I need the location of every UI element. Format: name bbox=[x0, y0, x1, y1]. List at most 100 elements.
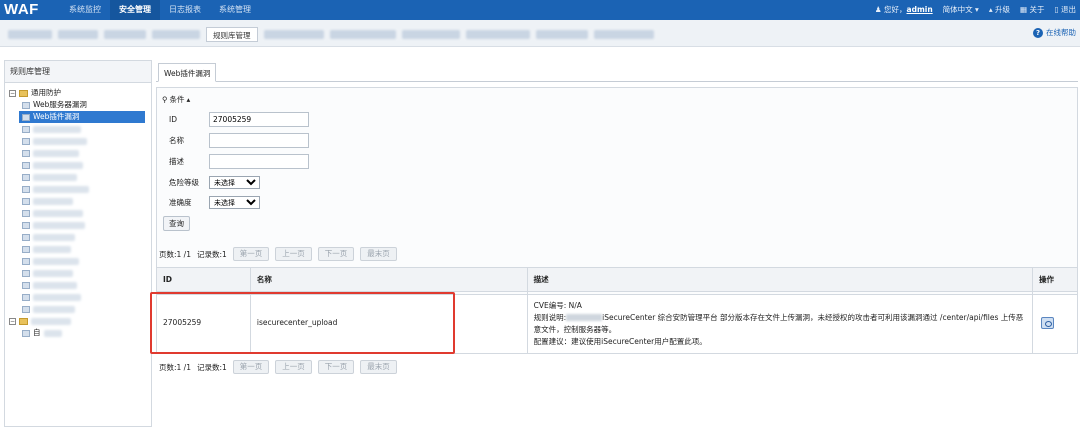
about-link[interactable]: ▦ 关于 bbox=[1020, 0, 1044, 20]
filter-panel: ⚲ 条件 ▴ ID 名称 描述 危险等级 未选择 准确度 未选择 查询 bbox=[156, 87, 1078, 295]
about-icon: ▦ bbox=[1019, 5, 1028, 14]
first-page-button[interactable]: 第一页 bbox=[232, 247, 270, 261]
nav-system-management[interactable]: 系统管理 bbox=[210, 0, 260, 20]
sub-tab-redacted[interactable] bbox=[263, 29, 324, 39]
tree-node-redacted[interactable] bbox=[22, 147, 151, 159]
tree-node-web-plugin[interactable]: Web插件漏洞 bbox=[19, 111, 145, 123]
col-header-id[interactable]: ID bbox=[156, 267, 251, 292]
sub-tab-redacted[interactable] bbox=[329, 29, 396, 39]
user-icon: ♟ bbox=[874, 5, 882, 14]
tree-node-redacted[interactable] bbox=[22, 135, 151, 147]
rule-set-icon bbox=[22, 113, 30, 121]
tree-node-redacted[interactable] bbox=[22, 207, 151, 219]
tree-node-redacted[interactable] bbox=[22, 195, 151, 207]
tree-node-redacted[interactable] bbox=[22, 183, 151, 195]
desc-input[interactable] bbox=[209, 154, 309, 169]
tree-node-redacted[interactable] bbox=[22, 159, 151, 171]
tree-node-redacted[interactable] bbox=[22, 279, 151, 291]
risk-level-select[interactable]: 未选择 bbox=[209, 176, 260, 189]
next-page-button[interactable]: 下一页 bbox=[317, 247, 355, 261]
tab-web-plugin[interactable]: Web插件漏洞 bbox=[158, 63, 217, 82]
username-link[interactable]: admin bbox=[907, 5, 933, 14]
sub-tab-redacted[interactable] bbox=[535, 29, 588, 39]
col-header-action: 操作 bbox=[1032, 267, 1078, 292]
tree-node-redacted[interactable] bbox=[22, 231, 151, 243]
sub-tab-redacted[interactable] bbox=[401, 29, 460, 39]
next-page-button[interactable]: 下一页 bbox=[317, 360, 355, 374]
collapse-icon[interactable]: − bbox=[9, 89, 16, 97]
logout-link[interactable]: ▯ 退出 bbox=[1054, 0, 1076, 20]
sub-tab-redacted[interactable] bbox=[465, 29, 530, 39]
accuracy-select[interactable]: 未选择 bbox=[209, 196, 260, 209]
tree-node-redacted[interactable] bbox=[22, 243, 151, 255]
last-page-button[interactable]: 最末页 bbox=[360, 247, 397, 261]
rule-set-icon bbox=[22, 305, 30, 313]
sub-tab-rule-library[interactable]: 规则库管理 bbox=[206, 26, 258, 42]
sub-tab-redacted[interactable] bbox=[593, 29, 654, 39]
rule-set-icon bbox=[22, 101, 30, 109]
tree-node-redacted[interactable] bbox=[22, 123, 151, 135]
rule-set-icon bbox=[22, 197, 30, 205]
tree-node-redacted[interactable] bbox=[22, 267, 151, 279]
sub-tab-redacted[interactable] bbox=[58, 29, 98, 39]
rule-set-icon bbox=[22, 281, 30, 289]
tree-node-general-protection[interactable]: − 通用防护 bbox=[9, 87, 151, 99]
record-count: 记录数:1 bbox=[196, 362, 227, 372]
filter-toggle[interactable]: ⚲ 条件 ▴ bbox=[162, 94, 190, 105]
col-header-name[interactable]: 名称 bbox=[249, 267, 528, 292]
search-icon: ⚲ bbox=[162, 95, 168, 104]
tree-node-redacted[interactable] bbox=[22, 171, 151, 183]
tree-node-custom[interactable]: 自 bbox=[22, 327, 151, 339]
id-input[interactable] bbox=[209, 112, 309, 127]
rules-table: ID 名称 描述 操作 27005259 isecurecenter_uploa… bbox=[156, 267, 1078, 354]
top-bar: WAF 系统监控 安全管理 日志报表 系统管理 ♟ 您好，admin 简体中文 … bbox=[0, 0, 1080, 20]
rule-set-icon bbox=[22, 221, 30, 229]
prev-page-button[interactable]: 上一页 bbox=[275, 247, 312, 261]
rule-tree: − 通用防护 Web服务器漏洞 Web插件漏洞 − 自 bbox=[5, 83, 151, 339]
query-button[interactable]: 查询 bbox=[163, 216, 190, 231]
last-page-button[interactable]: 最末页 bbox=[360, 360, 397, 374]
rule-set-icon bbox=[22, 245, 30, 253]
logout-icon: ▯ bbox=[1054, 5, 1059, 14]
cell-action bbox=[1032, 291, 1078, 354]
table-row[interactable]: 27005259 isecurecenter_upload CVE编号: N/A… bbox=[156, 291, 1078, 354]
rule-set-icon bbox=[22, 161, 30, 169]
nav-log-report[interactable]: 日志报表 bbox=[160, 0, 210, 20]
upgrade-link[interactable]: ▴ 升级 bbox=[989, 0, 1010, 20]
edit-rule-icon[interactable] bbox=[1041, 316, 1055, 329]
tree-node-redacted[interactable] bbox=[22, 291, 151, 303]
first-page-button[interactable]: 第一页 bbox=[232, 360, 270, 374]
collapse-icon[interactable]: − bbox=[9, 317, 16, 325]
rule-set-icon bbox=[22, 329, 30, 337]
name-input[interactable] bbox=[209, 133, 309, 148]
tree-node-redacted[interactable] bbox=[22, 219, 151, 231]
cve-text: CVE编号: N/A bbox=[533, 300, 582, 310]
cell-desc: CVE编号: N/A 规则说明: iSecureCenter 综合安防管理平台 部… bbox=[526, 291, 1034, 354]
folder-icon bbox=[19, 89, 28, 97]
id-label: ID bbox=[169, 115, 177, 124]
online-help-link[interactable]: ? 在线帮助 bbox=[1033, 27, 1076, 38]
prev-page-button[interactable]: 上一页 bbox=[275, 360, 312, 374]
app-logo: WAF bbox=[4, 1, 39, 18]
filter-row-desc: 描述 bbox=[169, 154, 309, 169]
nav-security-management[interactable]: 安全管理 bbox=[110, 0, 160, 20]
accuracy-label: 准确度 bbox=[169, 198, 192, 207]
help-icon: ? bbox=[1033, 27, 1043, 38]
pager-bottom: 页数:1 /1 记录数:1 第一页 上一页 下一页 最末页 bbox=[159, 360, 397, 374]
config-advice: 配置建议：建议使用iSecureCenter用户配置此项。 bbox=[533, 336, 707, 346]
tree-node-redacted[interactable] bbox=[22, 255, 151, 267]
filter-row-id: ID bbox=[169, 112, 309, 127]
filter-row-name: 名称 bbox=[169, 133, 309, 148]
tree-node-custom-protection[interactable]: − bbox=[9, 315, 151, 327]
sub-tab-redacted[interactable] bbox=[152, 29, 200, 39]
language-select[interactable]: 简体中文 ▾ bbox=[943, 0, 979, 20]
rule-set-icon bbox=[22, 125, 30, 133]
tree-node-web-server[interactable]: Web服务器漏洞 bbox=[22, 99, 151, 111]
nav-system-monitor[interactable]: 系统监控 bbox=[60, 0, 110, 20]
tree-node-redacted[interactable] bbox=[22, 303, 151, 315]
col-header-desc[interactable]: 描述 bbox=[526, 267, 1034, 292]
upgrade-icon: ▴ bbox=[988, 5, 993, 14]
sub-tab-redacted[interactable] bbox=[104, 29, 146, 39]
sub-tab-redacted[interactable] bbox=[8, 29, 52, 39]
name-label: 名称 bbox=[169, 136, 184, 145]
